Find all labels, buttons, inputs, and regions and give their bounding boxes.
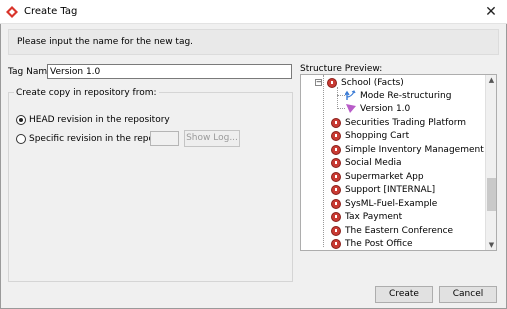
project-icon bbox=[331, 198, 341, 209]
branch-icon bbox=[345, 90, 356, 100]
project-icon bbox=[331, 117, 341, 128]
tree-item-label: Simple Inventory Management bbox=[345, 144, 484, 155]
tree-item-label: Securities Trading Platform bbox=[345, 117, 467, 128]
tree-item[interactable]: Social Media bbox=[331, 156, 402, 169]
structure-preview-tree[interactable]: − School (Facts) Mode Re-structuring Ver… bbox=[300, 74, 497, 251]
project-icon bbox=[331, 130, 341, 141]
tree-item-label: The Eastern Conference bbox=[345, 225, 454, 236]
tree-item[interactable]: The Post Office bbox=[331, 237, 413, 250]
project-icon bbox=[327, 77, 337, 88]
scroll-up-arrow-icon[interactable]: ▲ bbox=[486, 75, 496, 85]
tree-item-label: The Post Office bbox=[345, 238, 413, 249]
collapse-icon[interactable]: − bbox=[315, 79, 322, 86]
project-icon bbox=[331, 225, 341, 236]
tree-item-label: Tax Payment bbox=[345, 211, 403, 222]
close-icon[interactable]: ✕ bbox=[481, 2, 501, 22]
tree-item[interactable]: Shopping Cart bbox=[331, 129, 409, 142]
project-icon bbox=[331, 157, 341, 168]
tree-item-label: School (Facts) bbox=[341, 77, 404, 88]
tree-item[interactable]: SysML-Fuel-Example bbox=[331, 197, 437, 210]
scroll-down-arrow-icon[interactable]: ▼ bbox=[486, 240, 496, 250]
head-revision-radio[interactable] bbox=[16, 115, 26, 125]
project-icon bbox=[331, 238, 341, 249]
project-icon bbox=[331, 211, 341, 222]
info-message: Please input the name for the new tag. bbox=[17, 37, 194, 47]
tree-item-label: Version 1.0 bbox=[360, 103, 411, 114]
copy-source-group-title: Create copy in repository from: bbox=[14, 88, 159, 98]
tree-item-label: SysML-Fuel-Example bbox=[345, 198, 438, 209]
info-panel: Please input the name for the new tag. bbox=[8, 29, 499, 55]
tree-item[interactable]: The Eastern Conference bbox=[331, 224, 453, 237]
tree-scrollbar[interactable]: ▲ ▼ bbox=[485, 75, 496, 250]
project-icon bbox=[331, 144, 341, 155]
tree-item[interactable]: Supermarket App bbox=[331, 170, 424, 183]
head-revision-label: HEAD revision in the repository bbox=[29, 115, 170, 125]
tree-item-label: Mode Re-structuring bbox=[360, 90, 452, 101]
tree-item[interactable]: Version 1.0 bbox=[345, 102, 410, 115]
tree-guide-line bbox=[337, 87, 338, 109]
revision-number-input[interactable] bbox=[150, 131, 179, 146]
tree-item[interactable]: Mode Re-structuring bbox=[345, 89, 451, 102]
project-icon bbox=[331, 184, 341, 195]
scroll-thumb[interactable] bbox=[487, 178, 496, 211]
tree-item-label: Support [INTERNAL] bbox=[345, 184, 436, 195]
tag-name-input[interactable] bbox=[47, 64, 292, 79]
tree-item-label: Social Media bbox=[345, 157, 402, 168]
tree-guide-line bbox=[337, 95, 345, 96]
window-title: Create Tag bbox=[24, 6, 78, 17]
structure-preview-label: Structure Preview: bbox=[300, 64, 383, 74]
app-logo-icon bbox=[6, 6, 18, 18]
project-icon bbox=[331, 171, 341, 182]
tree-guide-line bbox=[323, 75, 324, 247]
tree-guide-line bbox=[337, 108, 345, 109]
cancel-button[interactable]: Cancel bbox=[439, 286, 497, 303]
tree-item[interactable]: − School (Facts) bbox=[315, 76, 404, 89]
tree-item-label: Supermarket App bbox=[345, 171, 424, 182]
tag-flag-icon bbox=[346, 104, 356, 113]
head-revision-option[interactable]: HEAD revision in the repository bbox=[16, 113, 170, 127]
tree-item-label: Shopping Cart bbox=[345, 130, 410, 141]
title-bar: Create Tag ✕ bbox=[0, 0, 507, 24]
tree-item[interactable]: Simple Inventory Management bbox=[331, 143, 484, 156]
show-log-button[interactable]: Show Log... bbox=[184, 130, 240, 147]
tree-item[interactable]: Support [INTERNAL] bbox=[331, 183, 435, 196]
tree-item[interactable]: Tax Payment bbox=[331, 210, 402, 223]
specific-revision-radio[interactable] bbox=[16, 134, 26, 144]
create-button[interactable]: Create bbox=[375, 286, 433, 303]
tree-item[interactable]: Securities Trading Platform bbox=[331, 116, 466, 129]
